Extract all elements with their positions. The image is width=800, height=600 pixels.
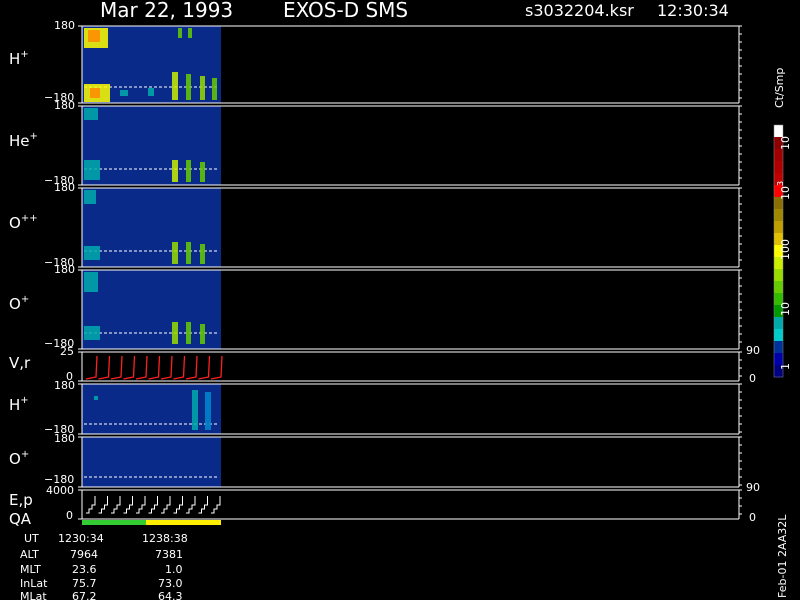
panel-label-o-plus-2: O+ (9, 449, 30, 468)
tick-ep-bottom: 0 (66, 509, 73, 522)
colorbar-label-100: 100 (779, 239, 792, 260)
tick-p7-top: 180 (54, 432, 75, 445)
flux-cell (172, 242, 178, 264)
footer-alt-v1: 7964 (70, 548, 98, 561)
spectrogram-region (82, 384, 221, 434)
tick-p4-top: 180 (54, 263, 75, 276)
flux-cell (148, 88, 154, 96)
plot-window: Mar 22, 1993 EXOS-D SMS s3032204.ksr 12:… (0, 0, 800, 600)
colorbar-swatch (774, 149, 783, 162)
flux-cell (200, 244, 205, 264)
flux-cell (84, 160, 100, 180)
tick-ep-top: 4000 (46, 484, 74, 497)
qa-bar-good (82, 520, 146, 525)
spectrogram-region (82, 437, 221, 487)
flux-cell (186, 160, 191, 182)
flux-cell (178, 28, 182, 38)
footer-ut-label: UT (24, 532, 39, 545)
flux-cell (120, 90, 128, 96)
footer-alt-v2: 7381 (155, 548, 183, 561)
panel-label-h-plus: H+ (9, 49, 29, 68)
spectrogram-svg (78, 25, 784, 525)
colorbar-swatch (774, 209, 783, 222)
flux-cell (84, 246, 100, 260)
flux-cell (188, 28, 192, 38)
flux-cell (84, 108, 98, 120)
panel-label-o-plus: O+ (9, 294, 30, 313)
colorbar-swatch (774, 281, 783, 294)
flux-cell (200, 162, 205, 182)
flux-cell (94, 396, 98, 400)
flux-cell (186, 242, 191, 264)
flux-cell (172, 322, 178, 344)
panel-label-he-plus: He+ (9, 131, 38, 150)
flux-cell (186, 74, 191, 100)
vr-trace (85, 355, 223, 380)
footer-mlat-v2: 64.3 (158, 590, 183, 600)
flux-cell (172, 72, 178, 100)
colorbar-swatch (774, 329, 783, 342)
footer-mlt-v1: 23.6 (72, 563, 97, 576)
tick-ep-right-top: 90 (746, 481, 760, 494)
colorbar-swatch (774, 317, 783, 330)
colorbar-swatch (774, 161, 783, 174)
footer-mlt-label: MLT (20, 563, 41, 576)
footer-mlat-v1: 67.2 (72, 590, 97, 600)
panel-label-ep: E,p (9, 491, 33, 509)
flux-cell (88, 30, 100, 42)
footer-mlat-label: MLat (20, 590, 47, 600)
qa-bar-warn (146, 520, 221, 525)
flux-cell (84, 326, 100, 340)
colorbar-label-1e4: 104 (776, 130, 792, 150)
flux-cell (205, 392, 211, 430)
footer-inlat-v2: 73.0 (158, 577, 183, 590)
footer-stamp: Feb-01 2AA32L (776, 514, 789, 598)
tick-p3-top: 180 (54, 181, 75, 194)
flux-cell (212, 78, 217, 100)
tick-p6-top: 180 (54, 379, 75, 392)
flux-cell (172, 160, 178, 182)
colorbar-swatch (774, 341, 783, 354)
tick-p1-top: 180 (54, 19, 75, 32)
tick-vr-right-bottom: 0 (749, 372, 756, 385)
footer-ut-v2: 1238:38 (142, 532, 188, 545)
colorbar-swatch (774, 269, 783, 282)
flux-cell (192, 390, 198, 430)
panel-label-qa: QA (9, 510, 32, 528)
flux-cell (84, 272, 98, 292)
tick-p2-top: 180 (54, 99, 75, 112)
footer-inlat-label: InLat (20, 577, 48, 590)
flux-cell (90, 88, 100, 98)
ep-trace (86, 496, 221, 514)
tick-vr-top: 25 (60, 345, 74, 358)
panel-label-h-plus-2: H+ (9, 395, 29, 414)
colorbar-label-1e3: 103 (776, 180, 792, 200)
flux-cell (84, 190, 96, 204)
footer-alt-label: ALT (20, 548, 39, 561)
flux-cell (200, 324, 205, 344)
tick-vr-right-top: 90 (746, 344, 760, 357)
footer-mlt-v2: 1.0 (165, 563, 183, 576)
colorbar-label-10: 10 (779, 302, 792, 316)
colorbar-swatch (774, 221, 783, 234)
panel-label-o-plusplus: O++ (9, 213, 38, 232)
flux-cell (186, 322, 191, 344)
panel-label-vr: V,r (9, 354, 31, 372)
tick-ep-right-bottom: 0 (749, 511, 756, 524)
colorbar-label-1: 1 (779, 363, 792, 370)
footer-inlat-v1: 75.7 (72, 577, 97, 590)
footer-ut-v1: 1230:34 (58, 532, 104, 545)
colorbar-title: Ct/Smp (773, 67, 786, 108)
flux-cell (200, 76, 205, 100)
